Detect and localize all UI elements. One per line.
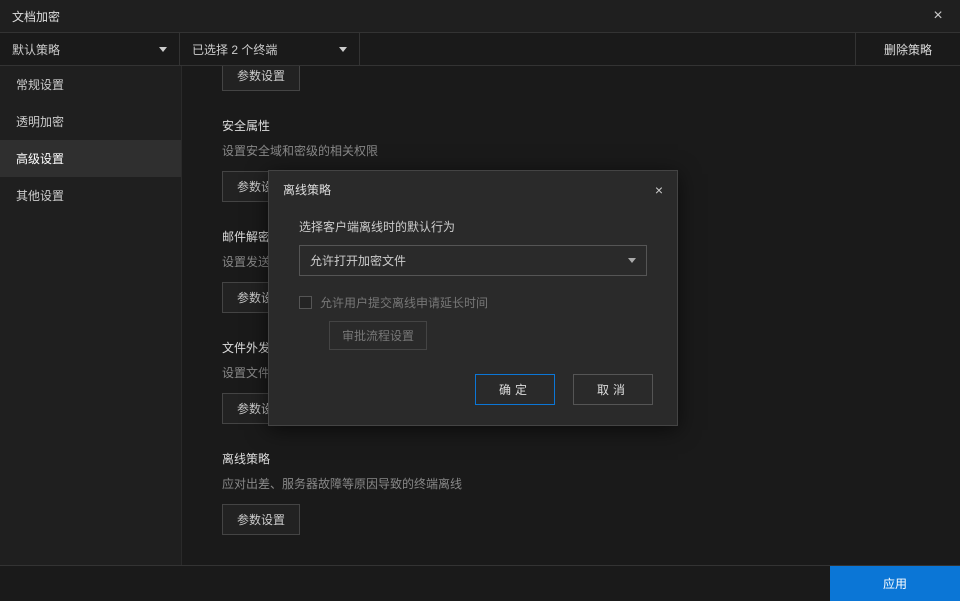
cancel-button[interactable]: 取消 [573,374,653,405]
section-title: 离线策略 [222,450,960,467]
terminal-select-label: 已选择 2 个终端 [192,41,277,58]
sidebar-item-label: 高级设置 [16,152,64,166]
ok-button[interactable]: 确定 [475,374,555,405]
chevron-down-icon [159,47,167,52]
terminal-select[interactable]: 已选择 2 个终端 [180,33,360,65]
section-title: 安全属性 [222,117,960,134]
modal-select-label: 选择客户端离线时的默认行为 [299,218,647,235]
approval-flow-button: 审批流程设置 [329,321,427,350]
toolbar-spacer [360,33,855,65]
section-desc: 设置安全域和密级的相关权限 [222,142,960,159]
close-icon[interactable]: × [928,7,948,25]
sidebar: 常规设置 透明加密 高级设置 其他设置 [0,66,182,565]
param-button[interactable]: 参数设置 [222,66,300,91]
titlebar: 文档加密 × [0,0,960,32]
footer: 应用 [0,565,960,601]
sidebar-item-general[interactable]: 常规设置 [0,66,181,103]
close-icon[interactable]: × [655,182,663,198]
sidebar-item-label: 常规设置 [16,78,64,92]
delete-policy-button[interactable]: 删除策略 [855,33,960,65]
policy-select-label: 默认策略 [12,41,60,58]
param-button[interactable]: 参数设置 [222,504,300,535]
window-title: 文档加密 [12,8,60,25]
sidebar-item-transparent[interactable]: 透明加密 [0,103,181,140]
toolbar: 默认策略 已选择 2 个终端 删除策略 [0,32,960,66]
policy-select[interactable]: 默认策略 [0,33,180,65]
sidebar-item-advanced[interactable]: 高级设置 [0,140,181,177]
modal-body: 选择客户端离线时的默认行为 允许打开加密文件 允许用户提交离线申请延长时间 审批… [269,208,677,354]
chevron-down-icon [628,258,636,263]
modal-header: 离线策略 × [269,171,677,208]
sidebar-item-other[interactable]: 其他设置 [0,177,181,214]
allow-extend-checkbox[interactable]: 允许用户提交离线申请延长时间 [299,294,647,311]
chevron-down-icon [339,47,347,52]
sidebar-item-label: 其他设置 [16,189,64,203]
modal-actions: 确定 取消 [269,354,677,425]
section-offline: 离线策略 应对出差、服务器故障等原因导致的终端离线 参数设置 [222,450,960,535]
offline-policy-modal: 离线策略 × 选择客户端离线时的默认行为 允许打开加密文件 允许用户提交离线申请… [268,170,678,426]
checkbox-box [299,296,312,309]
checkbox-label: 允许用户提交离线申请延长时间 [320,294,488,311]
select-value: 允许打开加密文件 [310,252,406,269]
modal-title: 离线策略 [283,181,331,198]
sidebar-item-label: 透明加密 [16,115,64,129]
apply-button[interactable]: 应用 [830,566,960,601]
section-desc: 应对出差、服务器故障等原因导致的终端离线 [222,475,960,492]
offline-behavior-select[interactable]: 允许打开加密文件 [299,245,647,276]
